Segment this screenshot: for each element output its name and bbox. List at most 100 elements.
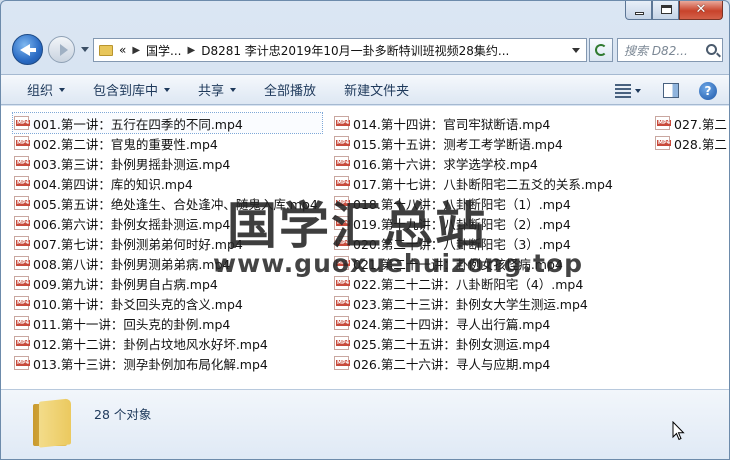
file-name: 027.第二 [674,116,727,132]
video-file-icon [655,136,672,150]
video-file-icon [14,276,31,290]
video-file-icon [14,116,31,130]
file-item[interactable]: 027.第二 [654,113,729,133]
explorer-window: ✕ « ▶ 国学... ▶ D8281 李计忠2019年10月一卦多断特训班视频… [0,0,730,460]
new-folder-button[interactable]: 新建文件夹 [330,74,423,105]
breadcrumb-current[interactable]: D8281 李计忠2019年10月一卦多断特训班视频28集约... [201,42,509,59]
file-item[interactable]: 003.第三讲：卦例男摇卦测运.mp4 [13,153,322,173]
organize-button[interactable]: 组织 [1,74,79,105]
video-file-icon [655,116,672,130]
file-item[interactable]: 012.第十二讲：卦例占坟地风水好坏.mp4 [13,333,322,353]
close-icon: ✕ [695,2,707,17]
file-item[interactable]: 023.第二十三讲：卦例女大学生测运.mp4 [333,293,617,313]
file-name: 007.第七讲：卦例测弟弟何时好.mp4 [33,236,243,252]
caption-buttons: ✕ [625,1,723,21]
command-bar: 组织 包含到库中 共享 全部播放 新建文件夹 ? [1,74,729,105]
file-name: 011.第十一讲：回头克的卦例.mp4 [33,316,231,332]
view-options-icon[interactable] [615,83,631,98]
video-file-icon [14,156,31,170]
refresh-icon [595,44,607,56]
file-name: 025.第二十五讲：卦例女测运.mp4 [353,336,551,352]
new-folder-label: 新建文件夹 [344,84,410,99]
search-input[interactable]: 搜索 D82... [617,38,723,62]
file-item[interactable]: 001.第一讲：五行在四季的不同.mp4 [12,112,323,134]
forward-button[interactable] [48,36,75,63]
close-button[interactable]: ✕ [679,1,723,20]
file-name: 016.第十六讲：求学选学校.mp4 [353,156,538,172]
help-icon[interactable]: ? [699,81,717,100]
file-item[interactable]: 025.第二十五讲：卦例女测运.mp4 [333,333,617,353]
video-file-icon [334,116,351,130]
address-bar[interactable]: « ▶ 国学... ▶ D8281 李计忠2019年10月一卦多断特训班视频28… [93,38,587,62]
maximize-button[interactable] [652,1,679,20]
back-button[interactable] [12,34,43,65]
view-dropdown-icon[interactable] [635,88,641,93]
view-controls: ? [615,75,717,106]
file-item[interactable]: 010.第十讲：卦爻回头克的含义.mp4 [13,293,322,313]
video-file-icon [334,296,351,310]
video-file-icon [14,296,31,310]
video-file-icon [14,176,31,190]
item-count: 28 个对象 [94,407,152,422]
share-button[interactable]: 共享 [184,74,250,105]
video-file-icon [334,276,351,290]
breadcrumb-separator-icon[interactable]: ▶ [132,45,140,56]
file-name: 008.第八讲：卦例男测弟弟病.mp4 [33,256,231,272]
video-file-icon [14,256,31,270]
video-file-icon [14,196,31,210]
file-name: 026.第二十六讲：寻人与应期.mp4 [353,356,551,372]
file-name: 012.第十二讲：卦例占坟地风水好坏.mp4 [33,336,268,352]
file-column-3: 027.第二 028.第二 [654,113,729,153]
breadcrumb-parent[interactable]: 国学... [146,42,181,59]
organize-label: 组织 [27,84,54,99]
details-pane: 28 个对象 [1,389,729,459]
video-file-icon [14,336,31,350]
video-file-icon [14,356,31,370]
breadcrumb-separator-icon[interactable]: ▶ [188,45,196,56]
file-item[interactable]: 015.第十五讲：测考工考学断语.mp4 [333,133,617,153]
breadcrumb-overflow[interactable]: « [119,43,126,57]
recent-pages-dropdown[interactable] [81,47,89,52]
file-item[interactable]: 024.第二十四讲：寻人出行篇.mp4 [333,313,617,333]
preview-pane-icon[interactable] [663,83,679,98]
video-file-icon [14,136,31,150]
file-name: 006.第六讲：卦例女摇卦测运.mp4 [33,216,231,232]
file-item[interactable]: 013.第十三讲：测孕卦例加布局化解.mp4 [13,353,322,373]
file-item[interactable]: 016.第十六讲：求学选学校.mp4 [333,153,617,173]
chevron-down-icon [164,87,171,92]
minimize-button[interactable] [625,1,652,20]
file-name: 009.第九讲：卦例男自占病.mp4 [33,276,218,292]
file-item[interactable]: 026.第二十六讲：寻人与应期.mp4 [333,353,617,373]
video-file-icon [334,316,351,330]
file-name: 014.第十四讲：官司牢狱断语.mp4 [353,116,551,132]
file-item[interactable]: 014.第十四讲：官司牢狱断语.mp4 [333,113,617,133]
maximize-icon [661,5,672,14]
watermark-title: 国学汇总站 [227,197,487,255]
play-all-button[interactable]: 全部播放 [250,74,330,105]
file-name: 023.第二十三讲：卦例女大学生测运.mp4 [353,296,588,312]
folder-icon [33,398,73,448]
video-file-icon [14,236,31,250]
file-name: 024.第二十四讲：寻人出行篇.mp4 [353,316,551,332]
file-item[interactable]: 002.第二讲：官鬼的重要性.mp4 [13,133,322,153]
file-name: 028.第二 [674,136,727,152]
video-file-icon [334,356,351,370]
address-dropdown-icon[interactable] [572,48,580,53]
include-in-library-button[interactable]: 包含到库中 [79,74,184,105]
file-name: 015.第十五讲：测考工考学断语.mp4 [353,136,563,152]
chevron-down-icon [230,87,237,92]
folder-icon [99,44,113,56]
file-name: 004.第四讲：库的知识.mp4 [33,176,193,192]
file-name: 013.第十三讲：测孕卦例加布局化解.mp4 [33,356,268,372]
search-icon [706,44,717,55]
video-file-icon [14,216,31,230]
video-file-icon [334,156,351,170]
refresh-button[interactable] [589,38,613,62]
video-file-icon [334,336,351,350]
file-name: 003.第三讲：卦例男摇卦测运.mp4 [33,156,231,172]
include-in-library-label: 包含到库中 [93,84,159,99]
watermark-url: www.guoxuehuizong.top [213,249,584,278]
search-placeholder: 搜索 D82... [624,43,688,58]
file-item[interactable]: 011.第十一讲：回头克的卦例.mp4 [13,313,322,333]
file-item[interactable]: 028.第二 [654,133,729,153]
